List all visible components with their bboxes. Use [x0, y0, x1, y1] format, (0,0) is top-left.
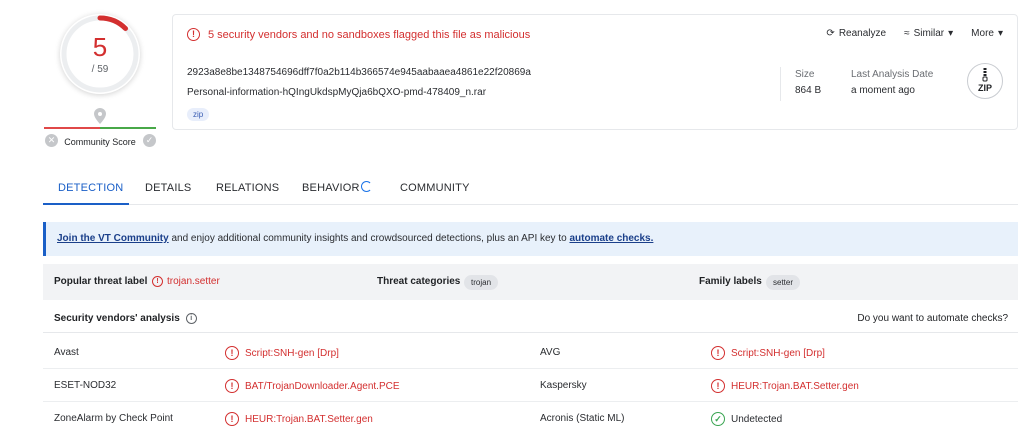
vendor-name: AVG — [540, 347, 561, 358]
file-type-label: ZIP — [977, 83, 992, 93]
vendor-row: ESET-NOD32 ! BAT/TrojanDownloader.Agent.… — [43, 369, 1018, 402]
chevron-down-icon: ▾ — [948, 28, 954, 39]
more-label: More — [971, 28, 994, 39]
vendor-result-text: Undetected — [731, 413, 783, 425]
tab-bar: DETECTION DETAILS RELATIONS BEHAVIOR COM… — [43, 172, 1018, 205]
community-score-bar — [44, 127, 156, 129]
alert-text: 5 security vendors and no sandboxes flag… — [208, 28, 531, 41]
vendors-title-text: Security vendors' analysis — [54, 313, 180, 324]
vendor-result: ! Script:SNH-gen [Drp] — [711, 346, 825, 360]
vendor-name: Avast — [54, 347, 79, 358]
vendor-row: Avast ! Script:SNH-gen [Drp] AVG ! Scrip… — [43, 336, 1018, 369]
alert-icon: ! — [187, 28, 200, 41]
upvote-icon[interactable]: ✓ — [143, 134, 156, 147]
file-name[interactable]: Personal-information-hQIngUkdspMyQja6bQX… — [187, 87, 486, 98]
vendor-result: ! BAT/TrojanDownloader.Agent.PCE — [225, 379, 400, 393]
file-hash[interactable]: 2923a8e8be1348754696dff7f0a2b114b366574e… — [187, 67, 531, 78]
tab-behavior[interactable]: BEHAVIOR — [302, 182, 360, 194]
popular-threat-value[interactable]: ! trojan.setter — [152, 276, 220, 287]
reanalyze-button[interactable]: ⟳ Reanalyze — [826, 28, 886, 39]
vendor-result: ! HEUR:Trojan.BAT.Setter.gen — [711, 379, 859, 393]
refresh-icon: ⟳ — [826, 28, 835, 39]
vendor-result-text: HEUR:Trojan.BAT.Setter.gen — [245, 413, 373, 425]
similar-button[interactable]: ≈ Similar ▾ — [904, 28, 953, 39]
active-tab-indicator — [43, 203, 129, 205]
vendor-name: Acronis (Static ML) — [540, 413, 625, 424]
tab-detection[interactable]: DETECTION — [58, 182, 123, 194]
loading-spinner-icon — [361, 181, 372, 192]
zipper-icon — [982, 68, 988, 82]
alert-icon: ! — [225, 346, 239, 360]
reanalyze-label: Reanalyze — [838, 28, 887, 39]
malicious-alert: ! 5 security vendors and no sandboxes fl… — [187, 28, 530, 41]
similar-icon: ≈ — [904, 28, 910, 39]
size-value: 864 B — [795, 85, 822, 96]
divider — [780, 67, 781, 101]
detection-score-widget: 5 / 59 ✕ Community Score ✓ — [40, 10, 160, 150]
community-score-label: Community Score — [64, 137, 136, 147]
vendor-result-text: HEUR:Trojan.BAT.Setter.gen — [731, 380, 859, 392]
join-community-link[interactable]: Join the VT Community — [57, 233, 169, 244]
popular-threat-text: trojan.setter — [167, 276, 220, 287]
popular-threat-label: Popular threat label — [54, 276, 148, 287]
family-labels-label: Family labels — [699, 276, 762, 287]
last-analysis-label: Last Analysis Date — [851, 69, 934, 80]
alert-icon: ! — [225, 412, 239, 426]
file-summary-card: ! 5 security vendors and no sandboxes fl… — [172, 14, 1018, 130]
vendor-result: ! Script:SNH-gen [Drp] — [225, 346, 339, 360]
file-actions: ⟳ Reanalyze ≈ Similar ▾ More ▾ — [826, 28, 1003, 39]
automate-checks-link[interactable]: automate checks. — [569, 233, 653, 244]
tab-relations[interactable]: RELATIONS — [216, 182, 279, 194]
vendor-result-text: BAT/TrojanDownloader.Agent.PCE — [245, 380, 400, 392]
vendor-name: ZoneAlarm by Check Point — [54, 413, 173, 424]
vendor-result: ✓ Undetected — [711, 412, 782, 426]
score-gauge: 5 / 59 — [60, 14, 140, 94]
alert-icon: ! — [711, 379, 725, 393]
banner-body: and enjoy additional community insights … — [168, 233, 570, 244]
similar-label: Similar — [913, 28, 945, 39]
vendor-result-text: Script:SNH-gen [Drp] — [731, 347, 825, 359]
threat-category-pill[interactable]: trojan — [464, 275, 499, 290]
location-pin-icon — [94, 108, 106, 124]
chevron-down-icon: ▾ — [997, 28, 1003, 39]
file-tag[interactable]: zip — [187, 108, 210, 121]
vendor-result-text: Script:SNH-gen [Drp] — [245, 347, 339, 359]
community-banner: Join the VT Community and enjoy addition… — [43, 222, 1018, 256]
alert-icon: ! — [225, 379, 239, 393]
file-type-badge: ZIP — [967, 63, 1003, 99]
size-label: Size — [795, 69, 815, 80]
threat-summary: Popular threat label ! trojan.setter Thr… — [43, 264, 1018, 300]
family-label-pill[interactable]: setter — [766, 275, 801, 290]
last-analysis-value: a moment ago — [851, 85, 915, 96]
vendor-row: ZoneAlarm by Check Point ! HEUR:Trojan.B… — [43, 402, 1018, 434]
vendor-result: ! HEUR:Trojan.BAT.Setter.gen — [225, 412, 373, 426]
vendors-title: Security vendors' analysis i — [54, 313, 197, 324]
vendors-header: Security vendors' analysis i Do you want… — [43, 303, 1018, 333]
vendor-name: Kaspersky — [540, 380, 587, 391]
automate-checks-prompt[interactable]: Do you want to automate checks? — [857, 313, 1008, 324]
alert-icon: ! — [152, 276, 163, 287]
score-total: / 59 — [91, 64, 109, 75]
vendor-name: ESET-NOD32 — [54, 380, 117, 391]
tab-details[interactable]: DETAILS — [145, 182, 191, 194]
info-icon[interactable]: i — [185, 313, 197, 324]
threat-categories-label: Threat categories — [377, 276, 461, 287]
tab-community[interactable]: COMMUNITY — [400, 182, 470, 194]
score-detections: 5 — [92, 32, 108, 62]
more-button[interactable]: More ▾ — [971, 28, 1003, 39]
check-icon: ✓ — [711, 412, 725, 426]
alert-icon: ! — [711, 346, 725, 360]
banner-text: Join the VT Community and enjoy addition… — [57, 233, 653, 244]
